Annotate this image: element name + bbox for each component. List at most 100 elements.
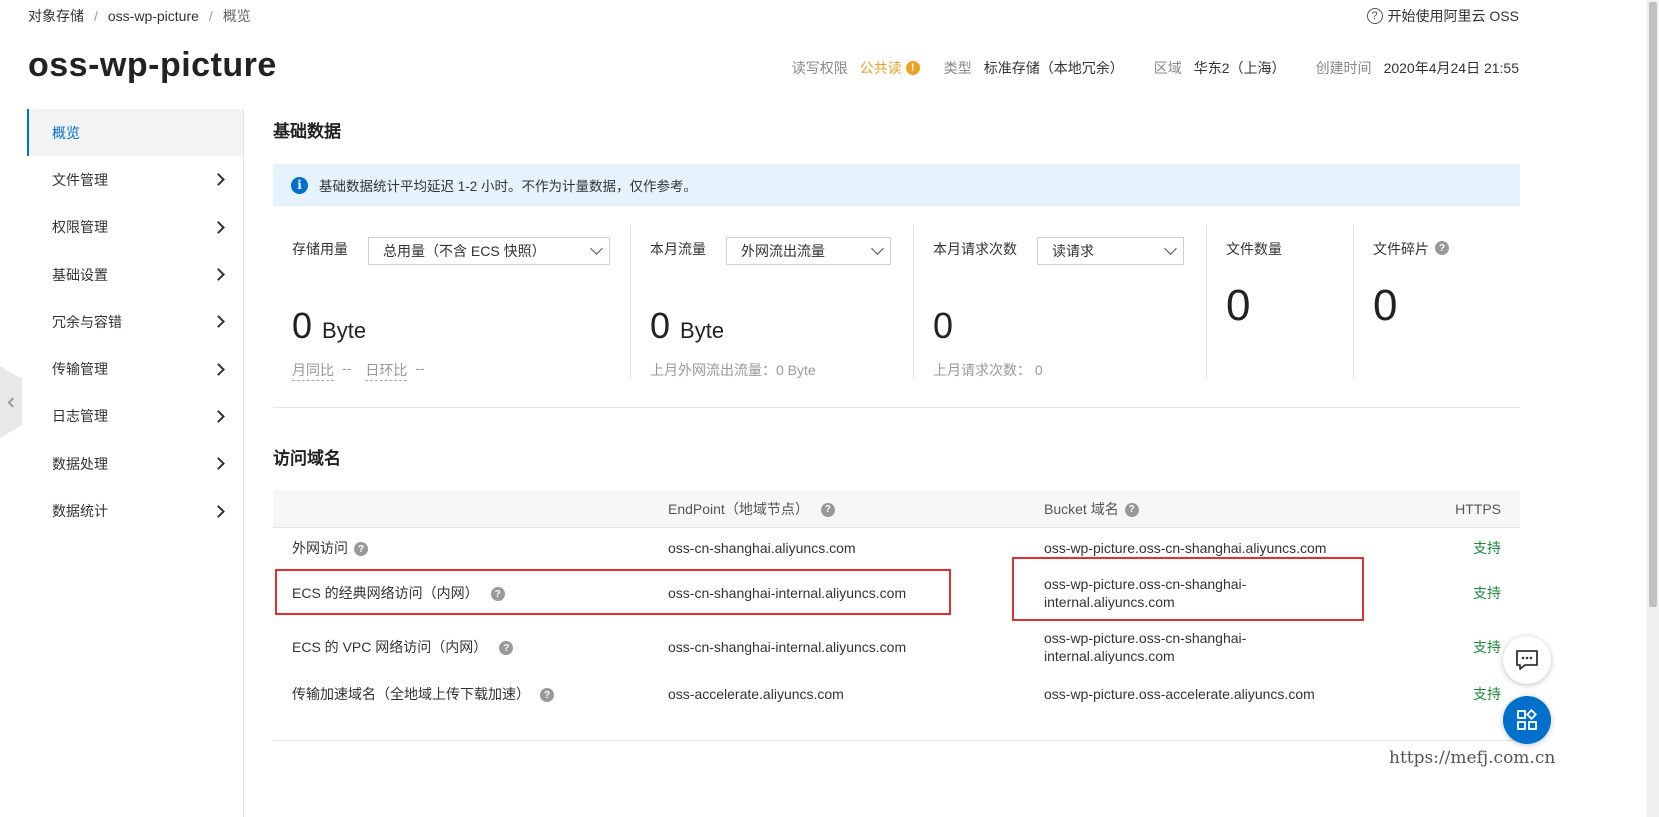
breadcrumb-oss[interactable]: 对象存储 bbox=[28, 6, 84, 26]
row-endpoint: oss-accelerate.aliyuncs.com bbox=[668, 686, 844, 702]
dod-value: -- bbox=[415, 360, 425, 376]
warning-icon[interactable]: ! bbox=[905, 61, 920, 75]
chevron-right-icon bbox=[212, 315, 225, 329]
fragments-label: 文件碎片 bbox=[1373, 241, 1429, 257]
help-icon[interactable]: ? bbox=[1124, 502, 1139, 517]
notice-text: 基础数据统计平均延迟 1-2 小时。不作为计量数据，仅作参考。 bbox=[319, 179, 698, 194]
stat-traffic: 本月流量 外网流出流量 0 Byte 上月外网流出流量：0 Byte bbox=[631, 225, 914, 379]
chevron-right-icon bbox=[212, 504, 225, 518]
stat-fragments: 文件碎片 ? 0 bbox=[1354, 225, 1520, 379]
help-icon[interactable]: ? bbox=[354, 542, 368, 557]
traffic-unit: Byte bbox=[680, 318, 725, 343]
row-name-label: 传输加速域名（全地域上传下载加速） bbox=[292, 686, 530, 702]
scrollbar-thumb[interactable] bbox=[1649, 2, 1657, 607]
row-bucket-domain: oss-wp-picture.oss-cn-shanghai-internal.… bbox=[1044, 630, 1247, 664]
header-endpoint-label: EndPoint（地域节点） bbox=[668, 500, 809, 517]
help-icon[interactable]: ? bbox=[1435, 241, 1449, 255]
header-endpoint: EndPoint（地域节点）? bbox=[668, 499, 1044, 519]
highlight-box-endpoint bbox=[275, 569, 951, 615]
sidebar-item-transfer[interactable]: 传输管理 bbox=[27, 345, 243, 392]
chat-bubble-icon bbox=[1516, 650, 1538, 670]
mom-label: 月同比 bbox=[292, 360, 334, 381]
bucket-meta: 读写权限 公共读 ! 类型 标准存储（本地冗余） 区域 华东2（上海） 创建时间… bbox=[792, 58, 1519, 78]
traffic-select[interactable]: 外网流出流量 bbox=[726, 237, 891, 265]
storage-select-value: 总用量（不含 ECS 快照） bbox=[383, 243, 546, 259]
sidebar-item-label: 数据统计 bbox=[52, 503, 108, 520]
stat-files: 文件数量 0 bbox=[1207, 225, 1354, 379]
breadcrumb-bucket[interactable]: oss-wp-picture bbox=[108, 8, 199, 24]
help-icon[interactable]: ? bbox=[499, 641, 514, 656]
storage-value: 0 bbox=[292, 305, 313, 346]
getting-started-label: 开始使用阿里云 OSS bbox=[1387, 8, 1519, 24]
chevron-down-icon bbox=[590, 242, 603, 255]
traffic-value-group: 0 Byte bbox=[650, 305, 724, 347]
sidebar-item-label: 冗余与容错 bbox=[52, 313, 122, 330]
sidebar-item-permissions[interactable]: 权限管理 bbox=[27, 204, 243, 251]
files-value: 0 bbox=[1226, 281, 1251, 330]
region-label: 区域 bbox=[1153, 60, 1182, 76]
storage-select[interactable]: 总用量（不含 ECS 快照） bbox=[368, 237, 610, 265]
storage-compare: 月同比 -- 日环比 -- bbox=[292, 360, 433, 381]
sidebar-nav: 概览 文件管理 权限管理 基础设置 冗余与容错 传输管理 日志管理 数据处理 数… bbox=[27, 109, 244, 817]
type-label: 类型 bbox=[943, 60, 972, 76]
sidebar-item-label: 权限管理 bbox=[52, 219, 108, 236]
breadcrumb-current: 概览 bbox=[222, 8, 251, 24]
created-value: 2020年4月24日 21:55 bbox=[1383, 60, 1519, 76]
sidebar-item-files[interactable]: 文件管理 bbox=[27, 156, 243, 203]
row-https: 支持 bbox=[1473, 540, 1501, 556]
chevron-right-icon bbox=[212, 220, 225, 234]
sidebar-item-statistics[interactable]: 数据统计 bbox=[27, 487, 243, 534]
stats-panel: 存储用量 总用量（不含 ECS 快照） 0 Byte 月同比 -- 日环比 --… bbox=[273, 225, 1520, 381]
chevron-right-icon bbox=[212, 410, 225, 423]
breadcrumb: 对象存储 / oss-wp-picture / 概览 bbox=[28, 6, 251, 26]
chevron-down-icon bbox=[1164, 242, 1177, 255]
requests-select[interactable]: 读请求 bbox=[1037, 237, 1184, 265]
help-icon[interactable]: ? bbox=[540, 688, 554, 703]
sidebar-item-redundancy[interactable]: 冗余与容错 bbox=[27, 298, 243, 345]
section-divider bbox=[273, 407, 1520, 408]
info-notice: i 基础数据统计平均延迟 1-2 小时。不作为计量数据，仅作参考。 bbox=[273, 164, 1520, 206]
requests-value: 0 bbox=[933, 305, 954, 346]
requests-value-group: 0 bbox=[933, 305, 953, 347]
created-label: 创建时间 bbox=[1315, 60, 1372, 76]
chat-button[interactable] bbox=[1503, 636, 1551, 684]
basic-data-title: 基础数据 bbox=[273, 122, 341, 141]
row-name: 传输加速域名（全地域上传下载加速）? bbox=[273, 684, 668, 704]
storage-unit: Byte bbox=[322, 318, 367, 343]
sidebar-item-label: 文件管理 bbox=[52, 171, 108, 188]
sidebar-collapse-handle[interactable] bbox=[0, 366, 22, 438]
header-bucket-domain: Bucket 域名? bbox=[1044, 500, 1430, 518]
chevron-right-icon bbox=[212, 457, 225, 471]
apps-grid-icon bbox=[1517, 708, 1538, 730]
stat-storage: 存储用量 总用量（不含 ECS 快照） 0 Byte 月同比 -- 日环比 -- bbox=[273, 225, 631, 381]
help-icon[interactable]: ? bbox=[820, 502, 835, 517]
row-bucket-domain: oss-wp-picture.oss-cn-shanghai.aliyuncs.… bbox=[1044, 540, 1327, 556]
sidebar-item-label: 数据处理 bbox=[52, 455, 108, 472]
sidebar-item-logs[interactable]: 日志管理 bbox=[27, 393, 243, 440]
fragments-value: 0 bbox=[1373, 281, 1398, 330]
dod-label: 日环比 bbox=[365, 360, 408, 381]
table-row: 传输加速域名（全地域上传下载加速）? oss-accelerate.aliyun… bbox=[273, 676, 1520, 712]
highlight-box-bucket-domain bbox=[1012, 557, 1364, 621]
row-name-label: 外网访问 bbox=[292, 540, 348, 556]
sidebar-item-label: 概览 bbox=[52, 124, 80, 141]
traffic-last-month: 上月外网流出流量：0 Byte bbox=[650, 362, 816, 378]
page-scrollbar[interactable] bbox=[1647, 0, 1659, 817]
getting-started-link[interactable]: ? 开始使用阿里云 OSS bbox=[1366, 6, 1519, 26]
sidebar-item-label: 基础设置 bbox=[52, 266, 108, 283]
row-endpoint: oss-cn-shanghai.aliyuncs.com bbox=[668, 540, 856, 556]
traffic-label: 本月流量 bbox=[650, 241, 706, 257]
chevron-right-icon bbox=[212, 173, 225, 187]
sidebar-item-data-processing[interactable]: 数据处理 bbox=[27, 440, 243, 487]
traffic-value: 0 bbox=[650, 305, 671, 346]
apps-button[interactable] bbox=[1503, 696, 1551, 744]
region-value: 华东2（上海） bbox=[1193, 60, 1286, 76]
table-row: ECS 的 VPC 网络访问（内网）? oss-cn-shanghai-inte… bbox=[273, 618, 1520, 676]
requests-select-value: 读请求 bbox=[1052, 243, 1094, 259]
header-bucket-label: Bucket 域名 bbox=[1044, 500, 1119, 517]
table-header: EndPoint（地域节点）? Bucket 域名? HTTPS bbox=[273, 490, 1520, 528]
sidebar-item-basic-settings[interactable]: 基础设置 bbox=[27, 251, 243, 298]
type-value: 标准存储（本地冗余） bbox=[983, 60, 1124, 76]
sidebar-item-overview[interactable]: 概览 bbox=[27, 109, 243, 157]
page-title: oss-wp-picture bbox=[28, 46, 277, 84]
